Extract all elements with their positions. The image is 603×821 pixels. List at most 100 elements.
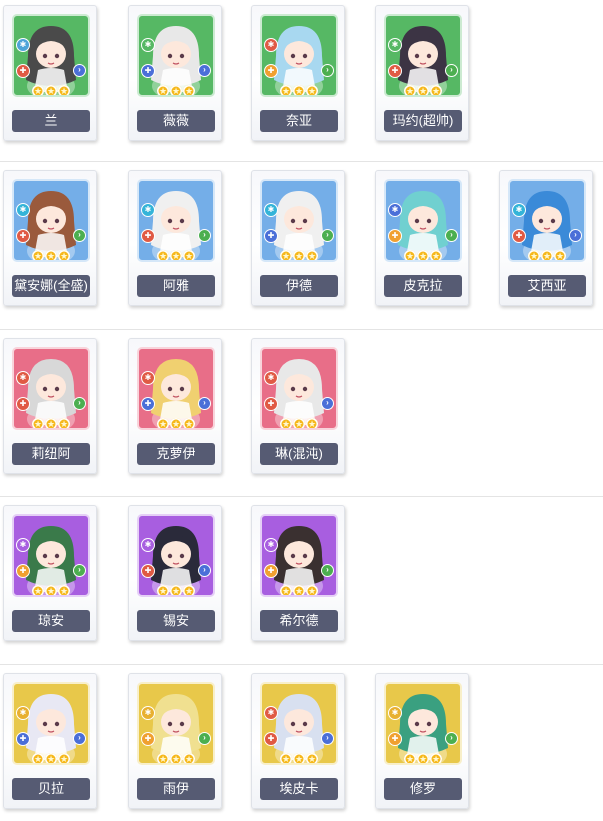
star-icon: ★ [183,85,195,96]
character-card[interactable]: ✱ ✚ › ★ ★ ★ 奈亚 [251,5,345,141]
star-icon: ★ [45,585,57,596]
character-name: 薇薇 [137,110,215,132]
character-portrait: ✱ ✚ › ★ ★ ★ [137,347,215,430]
character-card[interactable]: ✱ ✚ › ★ ★ ★ 贝拉 [3,673,97,809]
character-card[interactable]: ✱ ✚ › ★ ★ ★ 克萝伊 [128,338,222,474]
chevron-right-icon: › [73,564,86,577]
element-icon: ✱ [264,203,278,217]
character-portrait: ✱ ✚ › ★ ★ ★ [384,682,462,765]
character-card[interactable]: ✱ ✚ › ★ ★ ★ 琳(混沌) [251,338,345,474]
character-name: 克萝伊 [137,443,215,465]
class-icon: ✚ [264,229,278,243]
chevron-right-icon: › [198,64,211,77]
character-card[interactable]: ✱ ✚ › ★ ★ ★ 埃皮卡 [251,673,345,809]
class-icon: ✚ [388,732,402,746]
star-icon: ★ [280,85,292,96]
character-name: 琼安 [12,610,90,632]
star-icon: ★ [157,85,169,96]
class-icon: ✚ [264,564,278,578]
class-icon: ✚ [16,229,30,243]
chevron-right-icon: › [321,564,334,577]
character-portrait: ✱ ✚ › ★ ★ ★ [12,347,90,430]
star-icon: ★ [306,418,318,429]
class-icon: ✚ [388,229,402,243]
star-icon: ★ [306,585,318,596]
character-name: 艾西亚 [508,275,586,297]
star-icon: ★ [32,418,44,429]
row-divider [0,496,603,497]
star-icon: ★ [45,250,57,261]
star-icon: ★ [554,250,566,261]
character-name: 玛约(超帅) [384,110,462,132]
character-name: 修罗 [384,778,462,800]
class-icon: ✚ [16,732,30,746]
row-divider [0,664,603,665]
character-name: 皮克拉 [384,275,462,297]
star-icon: ★ [157,585,169,596]
star-icon: ★ [280,250,292,261]
star-icon: ★ [293,418,305,429]
chevron-right-icon: › [321,64,334,77]
element-icon: ✱ [512,203,526,217]
star-icon: ★ [293,85,305,96]
star-icon: ★ [32,753,44,764]
chevron-right-icon: › [73,64,86,77]
row-divider [0,329,603,330]
chevron-right-icon: › [569,229,582,242]
star-icon: ★ [280,753,292,764]
character-card[interactable]: ✱ ✚ › ★ ★ ★ 莉纽阿 [3,338,97,474]
element-icon: ✱ [141,203,155,217]
star-rating: ★ ★ ★ [528,246,568,260]
character-portrait: ✱ ✚ › ★ ★ ★ [12,179,90,262]
character-card[interactable]: ✱ ✚ › ★ ★ ★ 琼安 [3,505,97,641]
character-portrait: ✱ ✚ › ★ ★ ★ [12,682,90,765]
character-card[interactable]: ✱ ✚ › ★ ★ ★ 锡安 [128,505,222,641]
class-icon: ✚ [264,732,278,746]
character-name: 阿雅 [137,275,215,297]
character-portrait: ✱ ✚ › ★ ★ ★ [137,514,215,597]
character-card[interactable]: ✱ ✚ › ★ ★ ★ 雨伊 [128,673,222,809]
character-card[interactable]: ✱ ✚ › ★ ★ ★ 希尔德 [251,505,345,641]
class-icon: ✚ [16,564,30,578]
element-icon: ✱ [388,203,402,217]
character-card[interactable]: ✱ ✚ › ★ ★ ★ 阿雅 [128,170,222,306]
star-icon: ★ [170,250,182,261]
star-icon: ★ [183,753,195,764]
chevron-right-icon: › [198,732,211,745]
character-card[interactable]: ✱ ✚ › ★ ★ ★ 修罗 [375,673,469,809]
star-icon: ★ [157,250,169,261]
row-divider [0,161,603,162]
star-icon: ★ [58,250,70,261]
character-card[interactable]: ✱ ✚ › ★ ★ ★ 黛安娜(全盛) [3,170,97,306]
character-name: 贝拉 [12,778,90,800]
star-icon: ★ [528,250,540,261]
character-card[interactable]: ✱ ✚ › ★ ★ ★ 薇薇 [128,5,222,141]
star-icon: ★ [45,85,57,96]
character-card[interactable]: ✱ ✚ › ★ ★ ★ 皮克拉 [375,170,469,306]
element-icon: ✱ [16,706,30,720]
character-card[interactable]: ✱ ✚ › ★ ★ ★ 兰 [3,5,97,141]
character-card[interactable]: ✱ ✚ › ★ ★ ★ 艾西亚 [499,170,593,306]
star-icon: ★ [306,753,318,764]
star-icon: ★ [293,585,305,596]
element-icon: ✱ [388,706,402,720]
element-icon: ✱ [141,38,155,52]
character-card[interactable]: ✱ ✚ › ★ ★ ★ 玛约(超帅) [375,5,469,141]
chevron-right-icon: › [73,229,86,242]
element-icon: ✱ [264,706,278,720]
star-rating: ★ ★ ★ [280,246,320,260]
star-rating: ★ ★ ★ [32,749,72,763]
character-name: 奈亚 [260,110,338,132]
element-icon: ✱ [264,371,278,385]
character-name: 莉纽阿 [12,443,90,465]
star-rating: ★ ★ ★ [404,749,444,763]
chevron-right-icon: › [321,229,334,242]
star-rating: ★ ★ ★ [157,581,197,595]
star-icon: ★ [45,753,57,764]
star-rating: ★ ★ ★ [32,246,72,260]
element-icon: ✱ [264,38,278,52]
star-rating: ★ ★ ★ [280,581,320,595]
star-rating: ★ ★ ★ [157,81,197,95]
character-card[interactable]: ✱ ✚ › ★ ★ ★ 伊德 [251,170,345,306]
star-icon: ★ [280,418,292,429]
